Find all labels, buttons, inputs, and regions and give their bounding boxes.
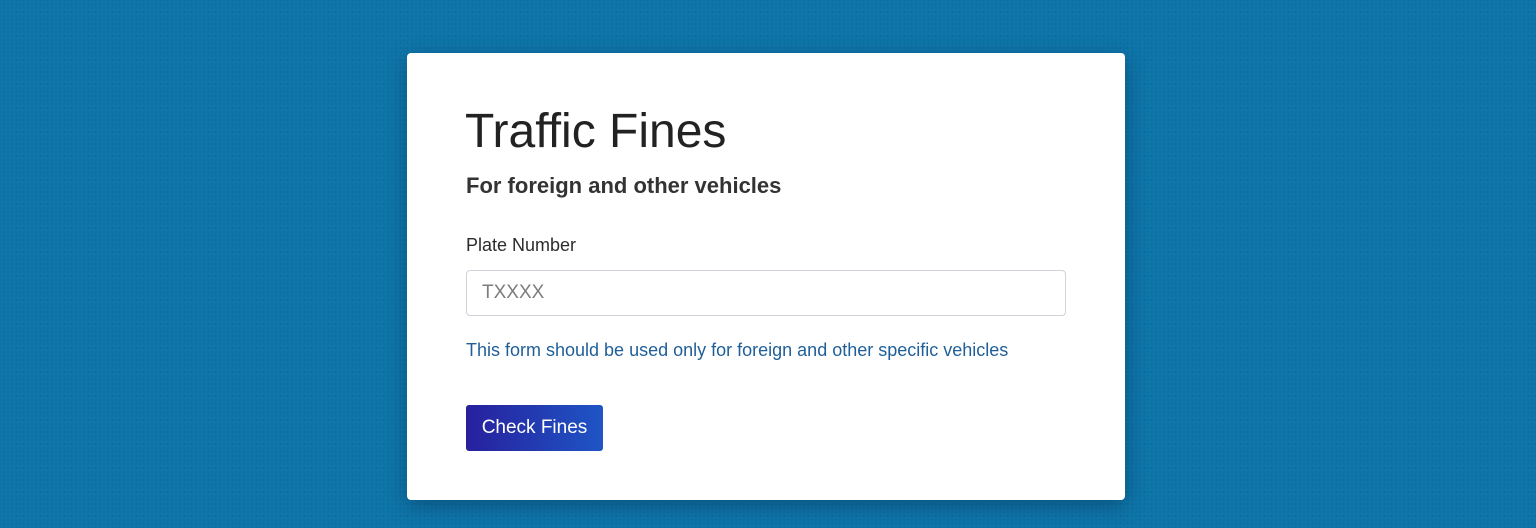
- form-help-text: This form should be used only for foreig…: [466, 340, 1009, 360]
- page-title: Traffic Fines: [465, 105, 727, 158]
- plate-number-label: Plate Number: [466, 235, 577, 255]
- traffic-fines-card: Traffic Fines For foreign and other vehi…: [407, 53, 1125, 500]
- page-subtitle: For foreign and other vehicles: [466, 173, 782, 198]
- check-fines-button[interactable]: Check Fines: [466, 405, 603, 451]
- plate-number-input[interactable]: [466, 270, 1066, 316]
